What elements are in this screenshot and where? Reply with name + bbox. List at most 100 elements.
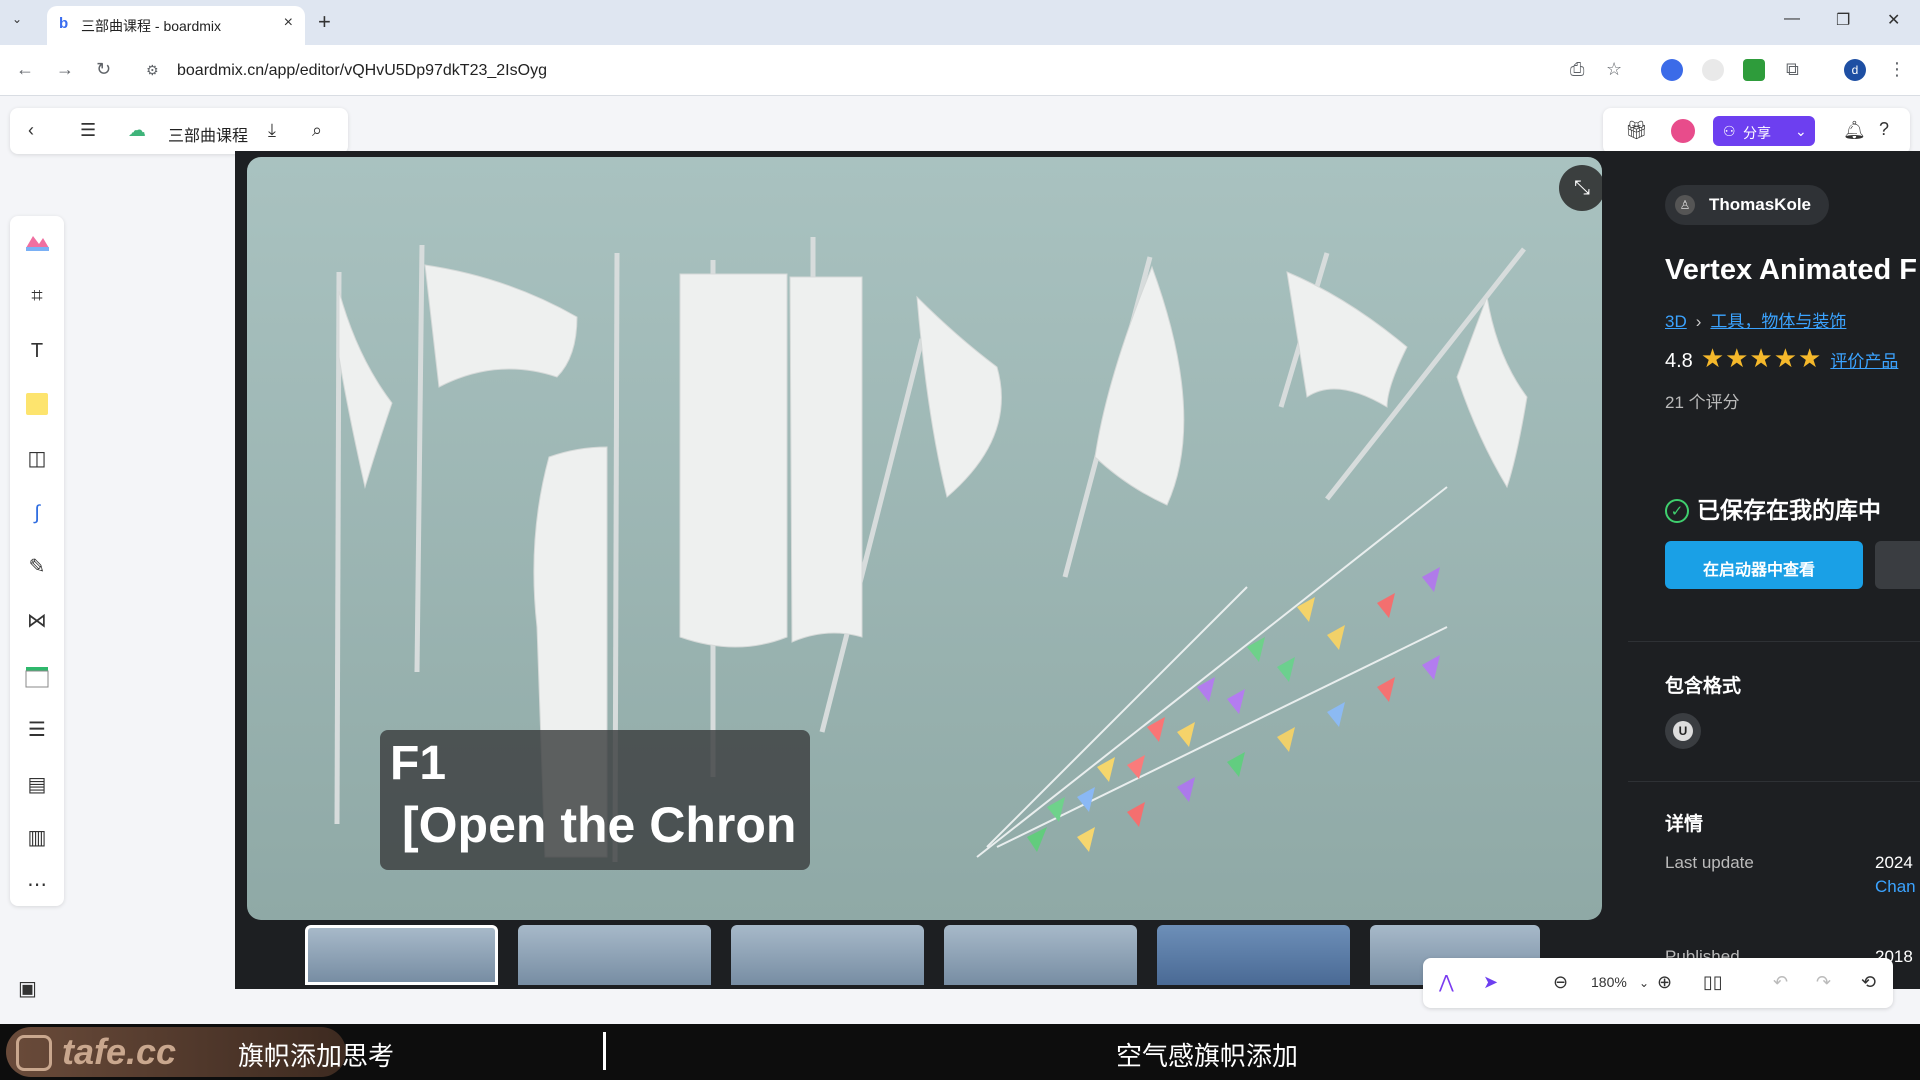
saved-text: 已保存在我的库中 bbox=[1697, 497, 1881, 523]
subtitle-divider bbox=[603, 1032, 606, 1070]
thumbnail-item[interactable] bbox=[305, 925, 498, 985]
redo-icon[interactable]: ↷ bbox=[1816, 972, 1831, 993]
expand-fullscreen-icon[interactable]: ⤡ bbox=[1559, 165, 1602, 211]
browser-tab-active[interactable]: b 三部曲课程 - boardmix × bbox=[47, 6, 305, 45]
zoom-in-icon[interactable]: ⊕ bbox=[1657, 972, 1672, 993]
breadcrumb-3d-link[interactable]: 3D bbox=[1665, 312, 1687, 331]
secondary-action-button[interactable] bbox=[1875, 541, 1920, 589]
pen-icon[interactable]: ✎ bbox=[23, 553, 51, 581]
logo-text: tafe.cc bbox=[62, 1031, 177, 1072]
reload-icon[interactable]: ↻ bbox=[96, 59, 111, 80]
gift-icon[interactable]: 🎁︎ bbox=[1625, 120, 1648, 141]
rate-product-link[interactable]: 评价产品 bbox=[1830, 352, 1898, 371]
breadcrumb: 3D › 工具，物体与装饰 bbox=[1665, 307, 1846, 332]
undo-icon[interactable]: ↶ bbox=[1773, 972, 1788, 993]
thumbnail-item[interactable] bbox=[944, 925, 1137, 985]
unreal-engine-format-icon: U bbox=[1665, 713, 1701, 749]
tab-search-chevron-icon[interactable]: ⌄ bbox=[12, 12, 22, 26]
changelog-link[interactable]: Chan bbox=[1875, 877, 1916, 897]
share-label: 分享 bbox=[1743, 125, 1771, 141]
text-icon[interactable]: T bbox=[23, 337, 51, 365]
close-tab-icon[interactable]: × bbox=[284, 14, 293, 32]
browser-menu-icon[interactable]: ⋮ bbox=[1888, 59, 1906, 80]
extension-2-icon[interactable] bbox=[1702, 59, 1724, 81]
more-tools-icon[interactable]: ⋯ bbox=[23, 871, 51, 899]
star-rating-icon: ★★★★★ bbox=[1700, 343, 1823, 373]
profile-avatar[interactable]: d bbox=[1844, 59, 1866, 81]
zoom-out-icon[interactable]: ⊖ bbox=[1553, 972, 1568, 993]
share-dropdown-icon[interactable]: ⌄ bbox=[1795, 123, 1807, 140]
top-right-toolbar: 🎁︎ ⚇ 分享 ⌄ 🔔︎ ? bbox=[1603, 108, 1910, 154]
back-chevron-icon[interactable]: ‹ bbox=[28, 120, 34, 141]
product-info-panel: ♙ ThomasKole Vertex Animated F 3D › 工具，物体与… bbox=[1628, 151, 1920, 989]
share-button[interactable]: ⚇ 分享 ⌄ bbox=[1713, 116, 1815, 146]
product-image-viewer[interactable]: F1 [Open the Chron ⤡ bbox=[247, 157, 1602, 920]
download-icon[interactable]: ⤓ bbox=[268, 120, 276, 141]
mindmap-icon[interactable]: ⋈ bbox=[23, 607, 51, 635]
extension-1-icon[interactable] bbox=[1661, 59, 1683, 81]
minimize-icon[interactable]: — bbox=[1784, 10, 1800, 28]
minimap-icon[interactable]: ▣ bbox=[18, 976, 37, 1001]
share-user-icon: ⚇ bbox=[1723, 123, 1736, 139]
connector-icon[interactable]: ∫ bbox=[23, 499, 51, 527]
tab-title: 三部曲课程 - boardmix bbox=[81, 18, 222, 34]
url-text[interactable]: boardmix.cn/app/editor/vQHvU5Dp97dkT23_2… bbox=[177, 62, 547, 80]
help-icon[interactable]: ? bbox=[1879, 119, 1889, 140]
user-avatar[interactable] bbox=[1671, 119, 1695, 143]
book-view-icon[interactable]: ▯▯ bbox=[1703, 972, 1723, 993]
main-menu-icon[interactable]: ☰ bbox=[80, 120, 96, 141]
history-icon[interactable]: ⟲ bbox=[1861, 972, 1876, 993]
thumbnail-item[interactable] bbox=[518, 925, 711, 985]
list-icon[interactable]: ☰ bbox=[23, 716, 51, 744]
restore-icon[interactable]: ❐ bbox=[1836, 10, 1850, 30]
formats-heading: 包含格式 bbox=[1665, 676, 1742, 697]
subtitle-bar: tafe.cc 旗帜添加思考 空气感旗帜添加 bbox=[0, 1024, 1920, 1080]
rating-value: 4.8 bbox=[1665, 350, 1693, 372]
ai-assistant-icon[interactable]: ⋀ bbox=[1439, 972, 1454, 993]
install-app-icon[interactable]: ⎙ bbox=[1570, 59, 1584, 80]
author-name: ThomasKole bbox=[1709, 195, 1812, 214]
site-info-icon[interactable]: ⚙ bbox=[146, 62, 159, 79]
notification-bell-icon[interactable]: 🔔︎ bbox=[1843, 120, 1866, 141]
extension-3-icon[interactable] bbox=[1743, 59, 1765, 81]
search-icon[interactable]: ⌕ bbox=[312, 120, 322, 141]
embedded-web-page: F1 [Open the Chron ⤡ ♙ ThomasKole Vertex… bbox=[235, 151, 1920, 989]
subtitle-right: 空气感旗帜添加 bbox=[1116, 1041, 1299, 1071]
templates-icon[interactable] bbox=[23, 228, 51, 256]
forward-icon[interactable]: → bbox=[56, 59, 74, 80]
zoom-dropdown-icon[interactable]: ⌄ bbox=[1639, 976, 1649, 990]
new-tab-icon[interactable]: + bbox=[318, 9, 331, 35]
browser-tab-strip: ⌄ b 三部曲课程 - boardmix × + — ❐ ✕ bbox=[0, 0, 1920, 45]
address-bar: ← → ↻ ⚙ boardmix.cn/app/editor/vQHvU5Dp9… bbox=[0, 45, 1920, 96]
window-close-icon[interactable]: ✕ bbox=[1887, 10, 1900, 30]
author-avatar-icon: ♙ bbox=[1675, 195, 1695, 215]
bookmark-star-icon[interactable]: ☆ bbox=[1606, 59, 1622, 80]
back-icon[interactable]: ← bbox=[16, 59, 34, 80]
product-title: Vertex Animated F bbox=[1665, 254, 1917, 286]
thumbnail-item[interactable] bbox=[1157, 925, 1350, 985]
frame-icon[interactable]: ⌗ bbox=[23, 282, 51, 310]
breadcrumb-category-link[interactable]: 工具，物体与装饰 bbox=[1710, 312, 1846, 331]
left-toolbar: ⌗ T ◫ ∫ ✎ ⋈ ☰ ▤ ▥ ⋯ bbox=[10, 216, 64, 906]
board-name[interactable]: 三部曲课程 bbox=[168, 122, 248, 146]
caption-line-1: F1 bbox=[390, 737, 447, 790]
document-icon[interactable]: ▤ bbox=[23, 771, 51, 799]
details-heading: 详情 bbox=[1665, 814, 1704, 835]
rating-row: 4.8 ★★★★★ 评价产品 bbox=[1665, 343, 1898, 374]
zoom-level[interactable]: 180% bbox=[1591, 974, 1627, 990]
select-pointer-icon[interactable]: ➤ bbox=[1483, 972, 1498, 993]
launch-button-label: 在启动器中查看 bbox=[1703, 562, 1816, 579]
open-in-launcher-button[interactable]: 在启动器中查看 bbox=[1665, 541, 1863, 589]
extensions-puzzle-icon[interactable]: ⧉ bbox=[1786, 59, 1799, 80]
table-icon[interactable] bbox=[23, 663, 51, 691]
author-chip[interactable]: ♙ ThomasKole bbox=[1665, 185, 1829, 225]
breadcrumb-chevron-icon: › bbox=[1695, 312, 1702, 331]
sticky-note-icon[interactable] bbox=[23, 390, 51, 418]
shape-icon[interactable]: ◫ bbox=[23, 445, 51, 473]
zoom-toolbar: ⋀ ➤ ⊖ 180% ⌄ ⊕ ▯▯ ↶ ↷ ⟲ bbox=[1423, 958, 1893, 1008]
kanban-icon[interactable]: ▥ bbox=[23, 824, 51, 852]
boardmix-editor: ‹ ☰ ☁ 三部曲课程 ⤓ ⌕ 🎁︎ ⚇ 分享 ⌄ 🔔︎ ? ⌗ T ◫ ∫ ✎… bbox=[0, 96, 1920, 1080]
subtitle-left: 旗帜添加思考 bbox=[238, 1041, 395, 1071]
thumbnail-item[interactable] bbox=[731, 925, 924, 985]
caption-line-2: [Open the Chron bbox=[402, 797, 797, 853]
